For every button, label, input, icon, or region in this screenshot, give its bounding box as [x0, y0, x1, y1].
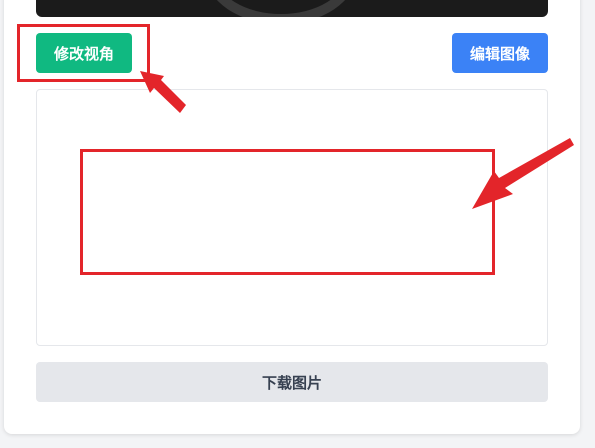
- edit-image-button[interactable]: 编辑图像: [452, 33, 548, 73]
- change-view-button[interactable]: 修改视角: [36, 33, 132, 73]
- preview-ring-graphic: [206, 0, 356, 17]
- image-canvas-area[interactable]: [36, 89, 548, 346]
- image-preview: [36, 0, 548, 17]
- download-image-button[interactable]: 下载图片: [36, 362, 548, 402]
